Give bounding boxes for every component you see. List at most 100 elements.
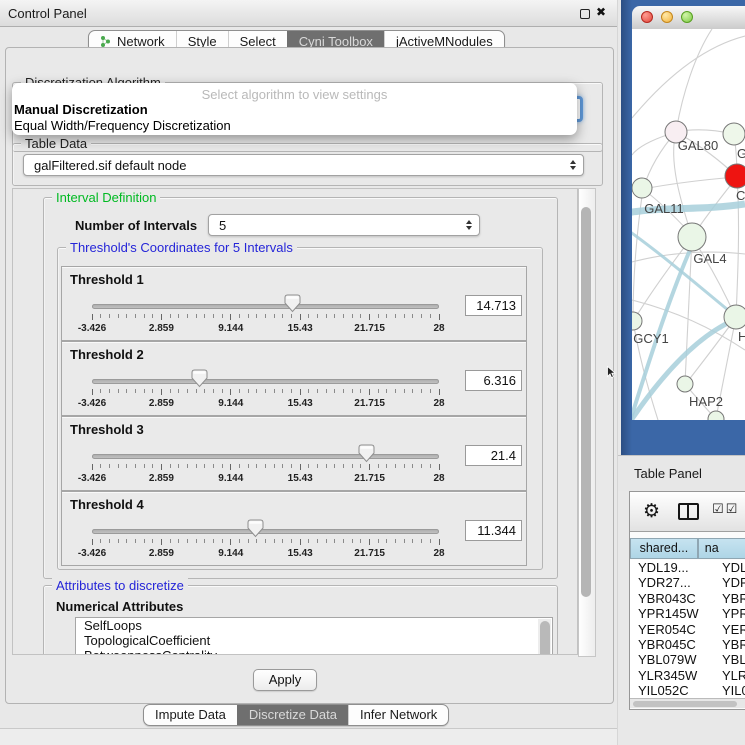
tick-mark: [334, 389, 335, 393]
table-row[interactable]: YIL052CYIL0: [630, 683, 745, 698]
tick-mark: [161, 464, 162, 470]
gear-icon[interactable]: ⚙: [643, 500, 660, 522]
horizontal-scrollbar-thumb[interactable]: [633, 701, 737, 707]
table-row[interactable]: YLR345WYLR3: [630, 668, 745, 683]
tick-mark: [300, 314, 301, 320]
slider-thumb[interactable]: [284, 294, 301, 313]
tick-mark: [439, 539, 440, 545]
interval-definition-title: Interval Definition: [52, 190, 160, 205]
number-of-intervals-value: 5: [219, 218, 457, 233]
cell-name: YBL0: [722, 652, 745, 667]
apply-button[interactable]: Apply: [253, 669, 317, 691]
attribute-item-selfloops[interactable]: SelfLoops: [76, 618, 552, 633]
tick-mark: [152, 539, 153, 543]
tick-mark: [222, 539, 223, 543]
bottom-strip: [0, 728, 618, 745]
tick-mark: [92, 464, 93, 470]
tab-infer-network[interactable]: Infer Network: [348, 705, 448, 725]
tab-impute-data[interactable]: Impute Data: [144, 705, 237, 725]
tick-mark: [196, 389, 197, 393]
cell-name: YDR2: [722, 575, 745, 590]
tick-label: -3.426: [62, 398, 122, 409]
tick-mark: [326, 314, 327, 318]
tick-label: 21.715: [340, 398, 400, 409]
tick-mark: [256, 314, 257, 318]
tick-mark: [256, 539, 257, 543]
tick-mark: [161, 539, 162, 545]
zoom-traffic-light-icon[interactable]: [681, 11, 693, 23]
slider-thumb[interactable]: [358, 444, 375, 463]
column-header-shared[interactable]: shared...: [630, 538, 698, 559]
number-of-intervals-combobox[interactable]: 5: [208, 214, 480, 236]
slider-thumb[interactable]: [247, 519, 264, 538]
slider-track[interactable]: [92, 529, 439, 534]
network-edge: [634, 237, 692, 320]
threshold-label: Threshold 4: [70, 497, 144, 512]
tick-label: 9.144: [201, 473, 261, 484]
menu-item-manual-discretization[interactable]: Manual Discretization: [14, 102, 148, 117]
tick-mark: [256, 389, 257, 393]
tick-label: 21.715: [340, 548, 400, 559]
attribute-item-topologicalcoefficient[interactable]: TopologicalCoefficient: [76, 633, 552, 648]
table-row[interactable]: YER054CYER0: [630, 622, 745, 637]
slider-thumb[interactable]: [191, 369, 208, 388]
table-row[interactable]: YBR045CYBR0: [630, 637, 745, 652]
tick-mark: [248, 389, 249, 393]
tick-mark: [291, 314, 292, 318]
column-header-na[interactable]: na: [698, 538, 745, 559]
tick-mark: [222, 314, 223, 318]
table-row[interactable]: YBL079WYBL0: [630, 652, 745, 667]
application-root: Control Panel ✖ NetworkStyleSelectCyni T…: [0, 0, 745, 745]
tick-mark: [248, 464, 249, 468]
vertical-scrollbar-thumb[interactable]: [581, 207, 591, 597]
tick-label: 15.43: [270, 398, 330, 409]
threshold-value-field[interactable]: 21.4: [465, 445, 522, 466]
threshold-value-field[interactable]: 11.344: [465, 520, 522, 541]
slider-track[interactable]: [92, 304, 439, 309]
table-row[interactable]: YDR27...YDR2: [630, 575, 745, 590]
tick-mark: [291, 389, 292, 393]
horizontal-scrollbar[interactable]: [630, 698, 745, 708]
network-node-label: HAP2: [689, 394, 723, 409]
tick-mark: [386, 314, 387, 318]
table-data-combobox[interactable]: galFiltered.sif default node: [23, 154, 584, 176]
vertical-scrollbar[interactable]: [578, 188, 596, 657]
tick-mark: [430, 539, 431, 543]
slider-track[interactable]: [92, 379, 439, 384]
network-node: [724, 305, 745, 329]
slider-track[interactable]: [92, 454, 439, 459]
tab-discretize-data[interactable]: Discretize Data: [237, 705, 348, 725]
list-scrollbar[interactable]: [538, 619, 551, 655]
mouse-cursor: [607, 366, 618, 379]
table-row[interactable]: YBR043CYBR0: [630, 591, 745, 606]
network-canvas[interactable]: GAL80GACGAL11GAL4GCY1HHAP2: [632, 29, 745, 420]
list-scrollbar-thumb[interactable]: [540, 621, 550, 655]
thresholds-group-title: Threshold's Coordinates for 5 Intervals: [66, 240, 297, 255]
close-icon[interactable]: ✖: [596, 5, 606, 19]
cell-shared-name: YDL19...: [630, 560, 722, 575]
tick-mark: [369, 314, 370, 320]
tick-mark: [126, 464, 127, 468]
menu-item-equal-width-frequency[interactable]: Equal Width/Frequency Discretization: [14, 118, 231, 133]
tab-label: Discretize Data: [249, 705, 337, 725]
tick-mark: [126, 539, 127, 543]
dropdown-hint: Select algorithm to view settings: [12, 87, 577, 102]
attribute-item-betweennesscentrality[interactable]: BetweennessCentrality: [76, 648, 552, 655]
split-column-icon[interactable]: [678, 503, 699, 520]
close-traffic-light-icon[interactable]: [641, 11, 653, 23]
interval-definition-group: Interval Definition Number of Intervals …: [43, 197, 558, 579]
tick-mark: [308, 314, 309, 318]
tick-mark: [360, 314, 361, 318]
threshold-value-field[interactable]: 6.316: [465, 370, 522, 391]
minimize-traffic-light-icon[interactable]: [661, 11, 673, 23]
cell-name: YBR0: [722, 591, 745, 606]
tick-mark: [126, 389, 127, 393]
table-row[interactable]: YPR145WYPR1: [630, 606, 745, 621]
threshold-value-field[interactable]: 14.713: [465, 295, 522, 316]
tick-mark: [412, 539, 413, 543]
checkbox-icons[interactable]: ☑☑: [712, 502, 739, 517]
float-window-icon[interactable]: [580, 9, 590, 19]
combo-arrows-icon: [570, 160, 576, 170]
numerical-attributes-list[interactable]: SelfLoopsTopologicalCoefficientBetweenne…: [75, 617, 553, 655]
table-row[interactable]: YDL19...YDL1: [630, 560, 745, 575]
